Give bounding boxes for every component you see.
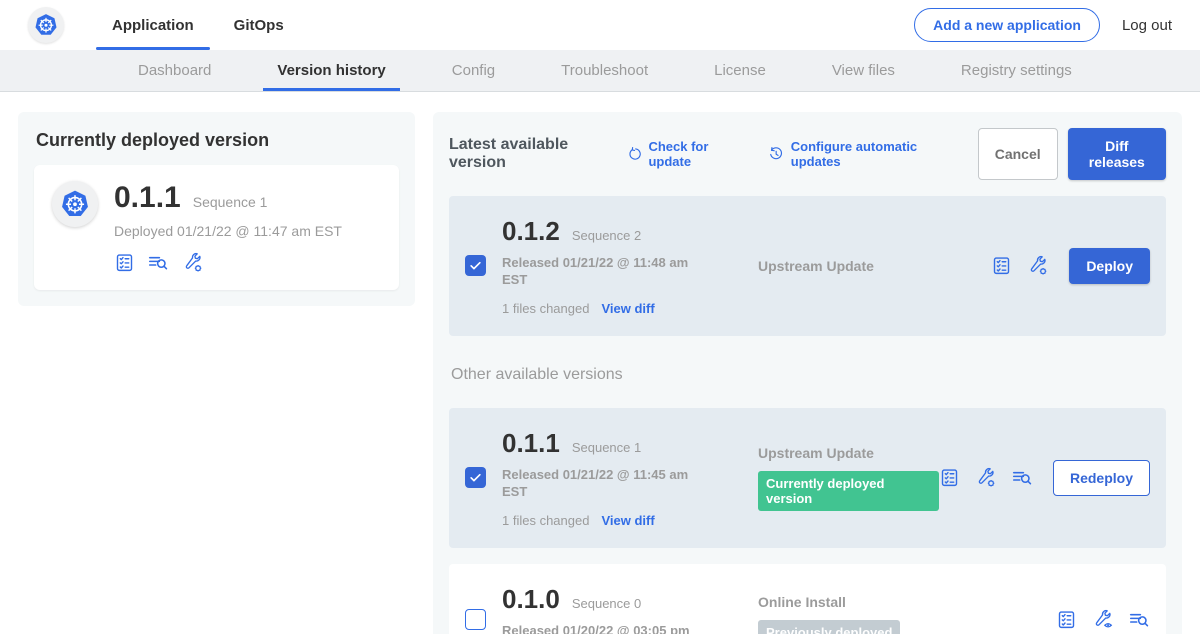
release-notes-icon[interactable] [114, 252, 135, 273]
redeploy-button[interactable]: Redeploy [1053, 460, 1150, 496]
tab-application[interactable]: Application [92, 0, 214, 50]
previously-deployed-badge: Previously deployed [758, 620, 900, 634]
release-notes-icon[interactable] [991, 255, 1012, 276]
deployed-version-card: 0.1.1 Sequence 1 Deployed 01/21/22 @ 11:… [34, 165, 399, 290]
deployed-sequence: Sequence 1 [193, 194, 268, 210]
version-checkbox[interactable] [465, 609, 486, 630]
deployed-version-number: 0.1.1 [114, 181, 181, 215]
deployed-panel-title: Currently deployed version [36, 130, 399, 151]
subnav-dashboard[interactable]: Dashboard [138, 50, 211, 91]
version-sequence: Sequence 1 [572, 440, 641, 455]
version-number: 0.1.2 [502, 216, 560, 247]
release-notes-icon[interactable] [939, 467, 960, 488]
version-source-label: Upstream Update [758, 258, 991, 274]
deploy-button[interactable]: Deploy [1069, 248, 1150, 284]
subnav-license[interactable]: License [714, 50, 766, 91]
subnav-view-files[interactable]: View files [832, 50, 895, 91]
files-changed-label: 1 files changed [502, 513, 589, 528]
version-checkbox[interactable] [465, 255, 486, 276]
auto-update-clock-icon [768, 145, 784, 163]
config-wrench-eye-icon[interactable] [1091, 608, 1114, 631]
check-for-update-link[interactable]: Check for update [627, 139, 744, 169]
version-source-label: Upstream Update [758, 445, 939, 461]
released-timestamp: Released 01/21/22 @ 11:48 am EST [502, 255, 692, 289]
logout-link[interactable]: Log out [1122, 17, 1172, 34]
version-row-0-1-0: 0.1.0 Sequence 0 Released 01/20/22 @ 03:… [449, 564, 1166, 634]
version-source-label: Online Install [758, 594, 1056, 610]
currently-deployed-badge: Currently deployed version [758, 471, 939, 511]
subnav-troubleshoot[interactable]: Troubleshoot [561, 50, 648, 91]
version-sequence: Sequence 2 [572, 228, 641, 243]
release-notes-icon[interactable] [1056, 609, 1077, 630]
files-changed-label: 1 files changed [502, 301, 589, 316]
view-diff-link[interactable]: View diff [601, 513, 654, 528]
released-timestamp: Released 01/20/22 @ 03:05 pm EST [502, 623, 692, 634]
configure-automatic-updates-label: Configure automatic updates [791, 139, 954, 169]
version-history-panel: Latest available version Check for updat… [433, 112, 1182, 634]
released-timestamp: Released 01/21/22 @ 11:45 am EST [502, 467, 692, 501]
add-application-button[interactable]: Add a new application [914, 8, 1100, 42]
configure-automatic-updates-link[interactable]: Configure automatic updates [768, 139, 953, 169]
cancel-button[interactable]: Cancel [978, 128, 1058, 180]
version-row-0-1-2: 0.1.2 Sequence 2 Released 01/21/22 @ 11:… [449, 196, 1166, 336]
view-logs-icon[interactable] [147, 252, 169, 274]
subnav-config[interactable]: Config [452, 50, 495, 91]
tab-gitops[interactable]: GitOps [214, 0, 304, 50]
version-checkbox[interactable] [465, 467, 486, 488]
app-icon [52, 181, 98, 227]
check-for-update-label: Check for update [648, 139, 744, 169]
latest-available-title: Latest available version [449, 136, 613, 172]
currently-deployed-panel: Currently deployed version 0.1.1 Sequenc… [18, 112, 415, 306]
top-nav: Application GitOps Add a new application… [0, 0, 1200, 50]
deployed-timestamp: Deployed 01/21/22 @ 11:47 am EST [114, 223, 342, 239]
config-wrench-gear-icon[interactable] [1026, 254, 1049, 277]
config-wrench-gear-icon[interactable] [181, 251, 204, 274]
version-number: 0.1.1 [502, 428, 560, 459]
app-sub-nav: Dashboard Version history Config Trouble… [0, 50, 1200, 92]
version-row-0-1-1: 0.1.1 Sequence 1 Released 01/21/22 @ 11:… [449, 408, 1166, 548]
config-wrench-gear-icon[interactable] [974, 466, 997, 489]
kubernetes-logo [28, 7, 64, 43]
refresh-icon [627, 146, 642, 163]
view-logs-icon[interactable] [1011, 467, 1033, 489]
subnav-registry-settings[interactable]: Registry settings [961, 50, 1072, 91]
subnav-version-history[interactable]: Version history [277, 50, 385, 91]
view-logs-icon[interactable] [1128, 609, 1150, 631]
version-sequence: Sequence 0 [572, 596, 641, 611]
other-versions-title: Other available versions [451, 366, 1164, 384]
version-number: 0.1.0 [502, 584, 560, 615]
view-diff-link[interactable]: View diff [601, 301, 654, 316]
diff-releases-button[interactable]: Diff releases [1068, 128, 1166, 180]
